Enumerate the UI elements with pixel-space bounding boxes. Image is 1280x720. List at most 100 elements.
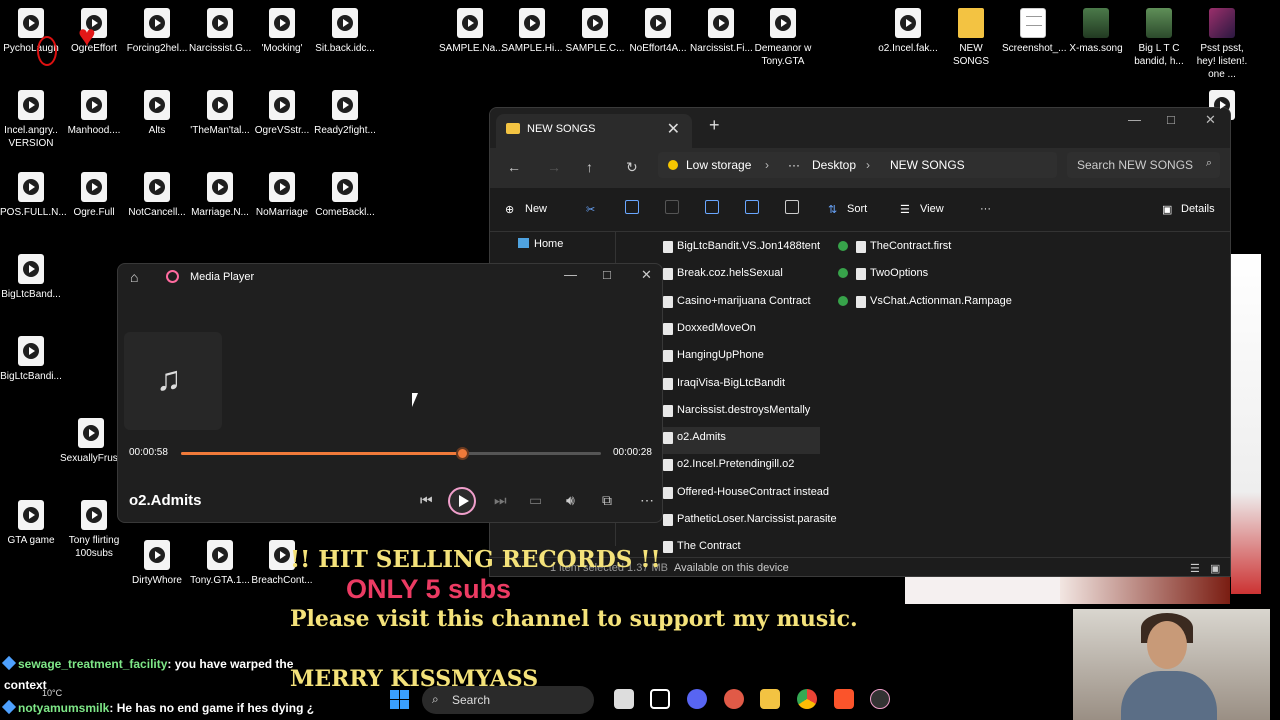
new-button[interactable]: New bbox=[525, 203, 547, 215]
paste-icon[interactable] bbox=[665, 200, 679, 214]
desktop-icon[interactable]: Forcing2hel... bbox=[126, 8, 188, 55]
file-explorer-icon[interactable] bbox=[760, 689, 780, 709]
desktop-icon[interactable]: Big L T C bandid, h... bbox=[1128, 8, 1190, 68]
tab-close-icon[interactable]: ✕ bbox=[667, 119, 680, 139]
desktop-icon[interactable]: o2.Incel.fak... bbox=[877, 8, 939, 55]
brave-icon[interactable] bbox=[834, 689, 854, 709]
desktop-icon[interactable]: BigLtcBand... bbox=[0, 254, 62, 301]
desktop-icon[interactable]: NEW SONGS bbox=[940, 8, 1002, 68]
desktop-icon[interactable]: Demeanor w Tony.GTA bbox=[752, 8, 814, 68]
view-button[interactable]: View bbox=[920, 203, 944, 215]
file-icon bbox=[856, 295, 866, 308]
task-view-icon[interactable] bbox=[614, 689, 634, 709]
desktop-icon[interactable]: X-mas.song bbox=[1065, 8, 1127, 55]
captions-icon[interactable]: ▭ bbox=[529, 492, 542, 509]
forward-arrow-icon[interactable]: → bbox=[547, 159, 561, 175]
desktop-icon[interactable]: Tony.GTA.1... bbox=[189, 540, 251, 587]
cut-icon[interactable]: ✂ bbox=[586, 203, 595, 216]
desktop-icon[interactable]: OgreVSstr... bbox=[251, 90, 313, 137]
folder-icon bbox=[506, 123, 520, 134]
desktop-icon[interactable]: SexuallyFrus... bbox=[60, 418, 126, 465]
home-icon[interactable]: ⌂ bbox=[130, 269, 138, 285]
desktop-icon-label: Ogre.Full bbox=[73, 207, 115, 218]
desktop-icon[interactable]: Ready2fight... bbox=[314, 90, 376, 137]
desktop-icon[interactable]: SAMPLE.Hi... bbox=[501, 8, 563, 55]
chrome-icon[interactable] bbox=[797, 689, 817, 709]
desktop-icon[interactable]: Psst psst, hey! listen!. one ... bbox=[1191, 8, 1253, 81]
desktop-icon[interactable]: SAMPLE.Na... bbox=[439, 8, 504, 55]
desktop-icon[interactable]: ComeBackl... bbox=[314, 172, 376, 219]
desktop-icon[interactable]: Ogre.Full bbox=[63, 172, 125, 219]
back-arrow-icon[interactable]: ← bbox=[507, 159, 521, 175]
desktop-icon[interactable]: Marriage.N... bbox=[189, 172, 251, 219]
chat-badge-icon bbox=[1, 655, 17, 671]
desktop-icon[interactable]: Manhood.... bbox=[63, 90, 125, 137]
start-button-windows-icon[interactable] bbox=[390, 690, 409, 709]
file-icon bbox=[663, 241, 673, 253]
desktop-icon[interactable]: 'Mocking' bbox=[251, 8, 313, 55]
desktop-icon[interactable]: NoEffort4A... bbox=[627, 8, 689, 55]
minimize-button[interactable]: — bbox=[564, 267, 577, 282]
more-crumbs-button[interactable]: ··· bbox=[788, 158, 800, 172]
media-file-icon bbox=[144, 172, 170, 202]
desktop-icon[interactable]: SAMPLE.C... bbox=[564, 8, 626, 55]
details-button[interactable]: Details bbox=[1181, 203, 1215, 215]
app-icon[interactable] bbox=[724, 689, 744, 709]
desktop-icon[interactable]: Alts bbox=[126, 90, 188, 137]
seek-thumb[interactable] bbox=[456, 447, 470, 460]
address-bar[interactable]: Low storage › ··· Desktop › NEW SONGS bbox=[658, 152, 1057, 178]
list-view-icon[interactable]: ☰ bbox=[1190, 562, 1200, 575]
desktop-icon[interactable]: Narcissist.Fi... bbox=[690, 8, 753, 55]
previous-track-icon[interactable]: ⏮ bbox=[420, 492, 433, 509]
share-icon[interactable] bbox=[745, 200, 759, 214]
desktop-icon[interactable]: NotCancell... bbox=[126, 172, 188, 219]
close-window-button[interactable]: ✕ bbox=[641, 267, 652, 283]
more-options-icon[interactable]: ⋯ bbox=[640, 492, 654, 509]
view-icon: ☰ bbox=[900, 204, 910, 216]
breadcrumb-new-songs[interactable]: NEW SONGS bbox=[890, 158, 965, 172]
refresh-icon[interactable]: ↻ bbox=[626, 159, 638, 176]
snipping-tool-icon[interactable] bbox=[650, 689, 670, 709]
close-window-button[interactable]: ✕ bbox=[1205, 112, 1216, 128]
desktop-icon[interactable]: GTA game bbox=[0, 500, 62, 547]
play-button[interactable] bbox=[448, 487, 476, 515]
up-arrow-icon[interactable]: ↑ bbox=[586, 159, 593, 175]
seek-bar[interactable] bbox=[181, 447, 601, 460]
desktop-icon[interactable]: Incel.angry.. VERSION bbox=[0, 90, 62, 150]
desktop-icon[interactable]: Screenshot_... bbox=[1002, 8, 1066, 55]
new-tab-button[interactable]: + bbox=[709, 115, 720, 136]
sort-button[interactable]: Sort bbox=[847, 203, 867, 215]
next-track-icon[interactable]: ⏭ bbox=[494, 492, 507, 509]
desktop-icon[interactable]: 'TheMan'tal... bbox=[189, 90, 251, 137]
copy-icon[interactable] bbox=[625, 200, 639, 214]
desktop-icon-label: Marriage.N... bbox=[191, 207, 249, 218]
desktop-icon[interactable]: Tony flirting 100subs bbox=[63, 500, 125, 560]
desktop-icon[interactable]: POS.FULL.N... bbox=[0, 172, 67, 219]
maximize-button[interactable]: □ bbox=[603, 267, 611, 282]
desktop-icon[interactable]: DirtyWhore bbox=[126, 540, 188, 587]
media-player-taskbar-icon[interactable] bbox=[870, 689, 890, 709]
rename-icon[interactable] bbox=[705, 200, 719, 214]
desktop-icon[interactable]: Narcissist.G... bbox=[189, 8, 251, 55]
maximize-button[interactable]: □ bbox=[1167, 112, 1175, 127]
media-player-window: ⌂ Media Player — □ ✕ ♫ 00:00:58 00:00:28… bbox=[117, 263, 663, 523]
desktop-icon[interactable]: BigLtcBandi... bbox=[0, 336, 62, 383]
more-options-button[interactable]: ··· bbox=[980, 203, 991, 215]
nav-home[interactable]: Home bbox=[518, 238, 563, 250]
availability-status: Available on this device bbox=[674, 562, 789, 574]
tile-view-icon[interactable]: ▣ bbox=[1210, 562, 1220, 575]
miniplayer-icon[interactable]: ⧉ bbox=[602, 492, 612, 509]
desktop-icon[interactable]: NoMarriage bbox=[251, 172, 313, 219]
volume-icon[interactable]: 🔊︎ bbox=[566, 492, 575, 509]
tab-new-songs[interactable]: NEW SONGS ✕ bbox=[496, 114, 692, 148]
weather-temperature[interactable]: 10°C bbox=[42, 688, 62, 698]
delete-icon[interactable] bbox=[785, 200, 799, 214]
file-list-item[interactable]: o2.Admits bbox=[663, 427, 820, 455]
breadcrumb-desktop[interactable]: Desktop bbox=[812, 158, 856, 172]
desktop-icon-label: SAMPLE.Na... bbox=[439, 43, 504, 54]
minimize-button[interactable]: — bbox=[1128, 112, 1141, 127]
taskbar-search[interactable]: ⌕ Search bbox=[422, 686, 594, 714]
desktop-icon[interactable]: Sit.back.idc... bbox=[314, 8, 376, 55]
discord-icon[interactable] bbox=[687, 689, 707, 709]
search-input[interactable]: Search NEW SONGS ⌕ bbox=[1067, 152, 1220, 178]
